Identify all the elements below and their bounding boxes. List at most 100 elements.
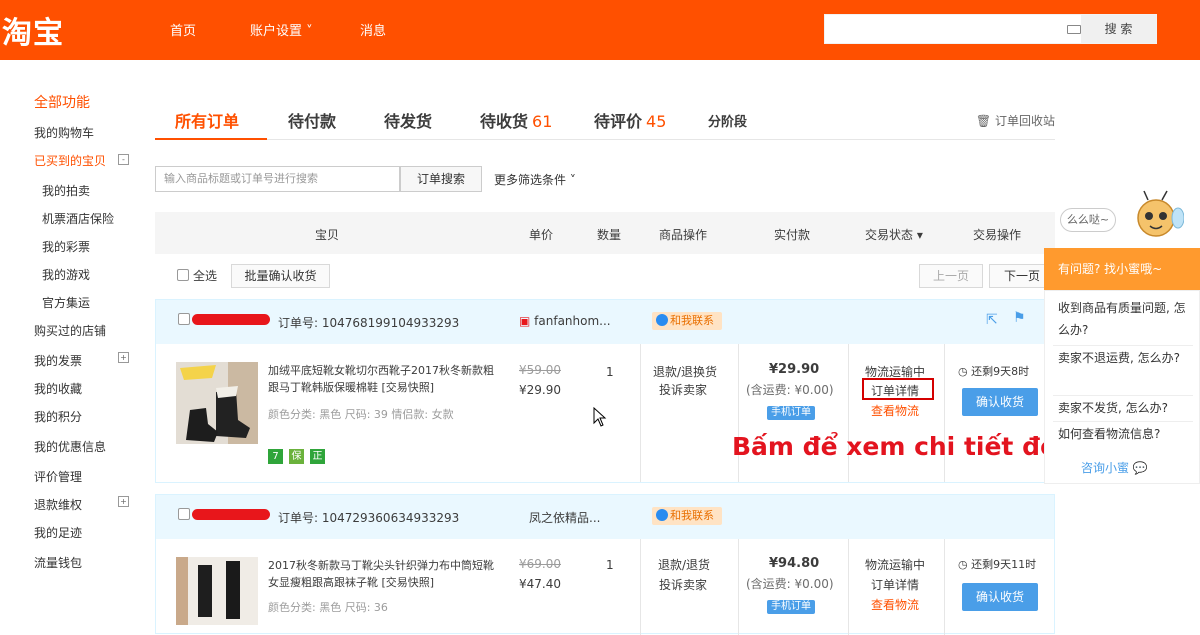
faq-item[interactable]: 如何查看物流信息? — [1058, 423, 1192, 445]
order-card: 订单号: 104729360634933293 凤之依精品... 和我联系 20… — [155, 494, 1055, 635]
product-title[interactable]: 加绒平底短靴女靴切尔西靴子2017秋冬新款粗跟马丁靴韩版保暖棉鞋 [交易快照] — [268, 362, 494, 396]
faq-item[interactable]: 收到商品有质量问题, 怎么办? — [1058, 297, 1192, 341]
tab-all-orders[interactable]: 所有订单 — [175, 108, 239, 132]
sidebar-item-refunds[interactable]: 退款维权 — [34, 496, 82, 513]
order-number: 订单号: 104768199104933293 — [278, 316, 460, 330]
shipping-fee: (含运费: ¥0.00) — [746, 383, 834, 397]
order-checkbox[interactable] — [178, 508, 190, 520]
col-item: 宝贝 — [315, 228, 340, 242]
sidebar-item-shipping[interactable]: 官方集运 — [42, 294, 90, 311]
search-button[interactable]: 搜 索 — [1081, 15, 1156, 43]
sidebar-title[interactable]: 全部功能 — [34, 92, 90, 112]
product-title[interactable]: 2017秋冬新款马丁靴尖头针织弹力布中筒短靴女显瘦粗跟高跟袜子靴 [交易快照] — [268, 557, 496, 591]
speech-bubble: 么么哒~ — [1060, 208, 1116, 232]
order-search-input[interactable]: 输入商品标题或订单号进行搜索 — [155, 166, 400, 192]
divider — [944, 539, 945, 635]
clock-icon: ◷ — [958, 365, 968, 378]
view-logistics-link[interactable]: 查看物流 — [871, 401, 919, 421]
faq-item[interactable]: 卖家不退运费, 怎么办? — [1058, 347, 1192, 369]
share-icon[interactable]: ⇱ — [986, 312, 998, 328]
nav-messages[interactable]: 消息 — [360, 20, 386, 39]
sidebar-item-invoice[interactable]: 我的发票 — [34, 352, 82, 369]
shop-name[interactable]: 凤之依精品... — [529, 509, 600, 526]
paid-amount: ¥94.80 — [769, 556, 820, 571]
shop-icon: ▣ — [519, 314, 531, 328]
refund-link[interactable]: 退款/退货 — [658, 555, 710, 575]
sidebar-item-data-wallet[interactable]: 流量钱包 — [34, 554, 82, 571]
complain-link[interactable]: 投诉卖家 — [659, 575, 707, 595]
top-nav-bar: 淘宝 首页 账户设置 ˅ 消息 搜 索 — [0, 0, 1200, 60]
tab-pending-receipt[interactable]: 待收货 61 — [480, 108, 552, 132]
confirm-receipt-button[interactable]: 确认收货 — [962, 583, 1038, 611]
sidebar-item-shops[interactable]: 购买过的店铺 — [34, 322, 106, 339]
contact-seller-button[interactable]: 和我联系 — [652, 507, 722, 525]
chat-bubble-icon: 💬 — [1132, 461, 1148, 475]
expand-icon[interactable]: + — [118, 496, 129, 507]
order-details-link[interactable]: 订单详情 — [871, 575, 919, 595]
contact-seller-button[interactable]: 和我联系 — [652, 312, 722, 330]
select-all-checkbox[interactable] — [177, 269, 189, 281]
bulk-actions: 全选 批量确认收货 上一页 下一页 — [155, 262, 1055, 292]
complain-link[interactable]: 投诉卖家 — [659, 380, 707, 400]
sidebar-item-favorites[interactable]: 我的收藏 — [34, 380, 82, 397]
sidebar-item-lottery[interactable]: 我的彩票 — [42, 238, 90, 255]
helper-header[interactable]: 有问题? 找小蜜哦~ — [1044, 248, 1200, 290]
order-checkbox[interactable] — [178, 313, 190, 325]
more-filters-dropdown[interactable]: 更多筛选条件 ˅ — [494, 171, 576, 188]
original-price: ¥59.00 — [519, 363, 561, 377]
divider — [1053, 421, 1193, 422]
recycle-bin-link[interactable]: 🗑 订单回收站 — [976, 112, 1055, 129]
original-price: ¥69.00 — [519, 557, 561, 571]
refund-link[interactable]: 退款/退换货 — [653, 362, 717, 382]
shop-name[interactable]: ▣ fanfanhom... — [519, 314, 611, 328]
clock-icon: ◷ — [958, 558, 968, 571]
unit-price: ¥29.90 — [519, 383, 561, 397]
product-image[interactable] — [176, 362, 258, 444]
prev-page-button[interactable]: 上一页 — [919, 264, 983, 288]
tab-pending-review[interactable]: 待评价 45 — [594, 108, 666, 132]
tab-installments[interactable]: 分阶段 — [708, 111, 747, 130]
divider — [944, 344, 945, 482]
sidebar-item-footprint[interactable]: 我的足迹 — [34, 524, 82, 541]
batch-confirm-button[interactable]: 批量确认收货 — [231, 264, 330, 288]
col-qty: 数量 — [597, 228, 622, 242]
order-number: 订单号: 104729360634933293 — [278, 511, 460, 525]
product-image[interactable] — [176, 557, 258, 625]
col-status-filter[interactable]: 交易状态 ▾ — [865, 226, 923, 243]
search-input[interactable]: 搜 索 — [824, 14, 1157, 44]
keyboard-icon[interactable] — [1067, 25, 1081, 34]
quantity: 1 — [606, 365, 614, 379]
bee-mascot-icon[interactable] — [1132, 188, 1184, 246]
sidebar-item-travel[interactable]: 机票酒店保险 — [42, 210, 114, 227]
sidebar-item-auction[interactable]: 我的拍卖 — [42, 182, 90, 199]
nav-account-settings[interactable]: 账户设置 ˅ — [250, 20, 313, 39]
nav-home[interactable]: 首页 — [170, 20, 196, 39]
helper-widget: 么么哒~ 有问题? 找小蜜哦~ 收到商品有质量问题, 怎么办? 卖家不退运费, … — [1044, 184, 1200, 484]
ask-xiaomi-link[interactable]: 咨询小蜜 💬 — [1081, 459, 1148, 476]
collapse-icon[interactable]: - — [118, 154, 129, 165]
helper-faq-list: 收到商品有质量问题, 怎么办? 卖家不退运费, 怎么办? 卖家不发货, 怎么办?… — [1044, 290, 1200, 484]
col-paid: 实付款 — [774, 228, 811, 242]
tab-pending-shipment[interactable]: 待发货 — [384, 108, 432, 132]
sidebar-item-points[interactable]: 我的积分 — [34, 408, 82, 425]
expand-icon[interactable]: + — [118, 352, 129, 363]
faq-item[interactable]: 卖家不发货, 怎么办? — [1058, 397, 1192, 419]
sidebar-item-games[interactable]: 我的游戏 — [42, 266, 90, 283]
flag-icon[interactable]: ⚑ — [1013, 310, 1026, 326]
order-search-button[interactable]: 订单搜索 — [400, 166, 482, 192]
product-attributes: 颜色分类: 黑色 尺码: 39 情侣款: 女款 — [268, 408, 454, 421]
divider — [640, 344, 641, 482]
view-logistics-link[interactable]: 查看物流 — [871, 595, 919, 615]
sidebar-item-coupons[interactable]: 我的优惠信息 — [34, 438, 106, 455]
seven-day-return-icon[interactable]: 7 — [268, 449, 283, 464]
redaction-mark — [192, 314, 270, 325]
guarantee-icon[interactable]: 保 — [289, 449, 304, 464]
tab-pending-payment[interactable]: 待付款 — [288, 108, 336, 132]
genuine-icon[interactable]: 正 — [310, 449, 325, 464]
taobao-logo[interactable]: 淘宝 — [2, 8, 64, 52]
confirm-receipt-button[interactable]: 确认收货 — [962, 388, 1038, 416]
sidebar-item-purchased[interactable]: 已买到的宝贝 — [34, 152, 106, 169]
divider — [1053, 395, 1193, 396]
sidebar-item-cart[interactable]: 我的购物车 — [34, 124, 94, 141]
sidebar-item-reviews[interactable]: 评价管理 — [34, 468, 82, 485]
